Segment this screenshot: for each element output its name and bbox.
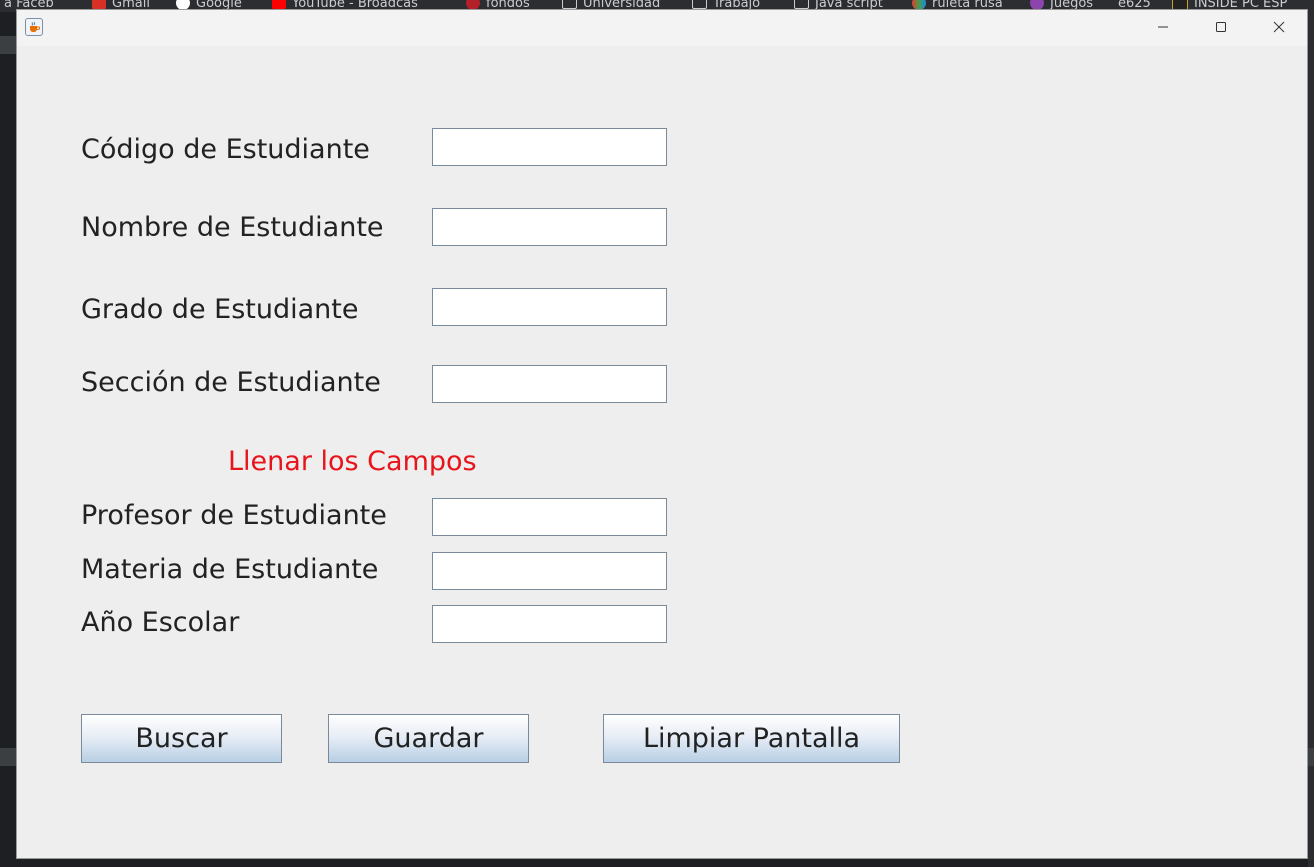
nombre-label: Nombre de Estudiante bbox=[81, 212, 384, 243]
grado-label: Grado de Estudiante bbox=[81, 294, 359, 325]
folder-icon bbox=[794, 0, 809, 9]
grado-input[interactable] bbox=[432, 288, 667, 326]
minimize-icon bbox=[1158, 26, 1168, 28]
buscar-button[interactable]: Buscar bbox=[81, 714, 282, 763]
seccion-input[interactable] bbox=[432, 365, 667, 403]
background-tab-strip bbox=[1308, 748, 1314, 766]
minimize-button[interactable] bbox=[1134, 10, 1192, 44]
guardar-button[interactable]: Guardar bbox=[328, 714, 529, 763]
codigo-label: Código de Estudiante bbox=[81, 134, 370, 165]
background-editor bbox=[0, 12, 16, 867]
seccion-label: Sección de Estudiante bbox=[81, 367, 381, 398]
background-tab-strip bbox=[0, 748, 16, 766]
materia-label: Materia de Estudiante bbox=[81, 554, 379, 585]
materia-input[interactable] bbox=[432, 552, 667, 590]
title-bar[interactable] bbox=[17, 10, 1307, 46]
folder-icon bbox=[562, 0, 577, 9]
folder-icon bbox=[692, 0, 707, 9]
background-tab-strip bbox=[0, 36, 16, 54]
limpiar-pantalla-button[interactable]: Limpiar Pantalla bbox=[603, 714, 900, 763]
maximize-button[interactable] bbox=[1192, 10, 1250, 44]
java-cup-icon bbox=[25, 18, 43, 36]
background-right-edge bbox=[1308, 12, 1314, 867]
close-button[interactable] bbox=[1250, 10, 1308, 44]
close-icon bbox=[1273, 21, 1285, 33]
maximize-icon bbox=[1216, 22, 1226, 32]
validation-error-message: Llenar los Campos bbox=[228, 446, 477, 477]
anio-escolar-label: Año Escolar bbox=[81, 607, 240, 638]
nombre-input[interactable] bbox=[432, 208, 667, 246]
codigo-input[interactable] bbox=[432, 128, 667, 166]
profesor-input[interactable] bbox=[432, 498, 667, 536]
student-form-window: Código de Estudiante Nombre de Estudiant… bbox=[16, 9, 1308, 859]
profesor-label: Profesor de Estudiante bbox=[81, 500, 387, 531]
anio-escolar-input[interactable] bbox=[432, 605, 667, 643]
